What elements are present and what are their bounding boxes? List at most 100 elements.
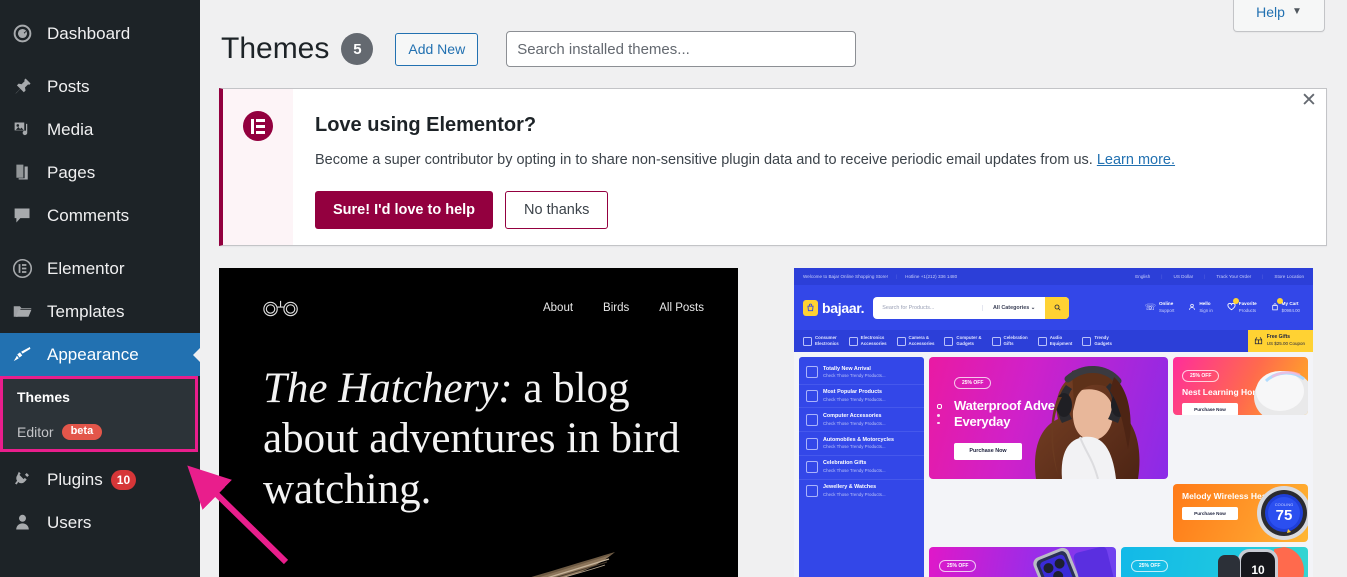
hatchery-nav-link[interactable]: Birds: [603, 302, 629, 314]
svg-text:10: 10: [1251, 563, 1265, 577]
list-item-title: Computer Accessories: [823, 412, 882, 419]
menu-separator: [0, 55, 200, 65]
bajaar-lang[interactable]: English: [1135, 274, 1150, 279]
hatchery-nav-link[interactable]: All Posts: [659, 302, 704, 314]
theme-card-hatchery[interactable]: About Birds All Posts The Hatchery: a bl…: [219, 268, 738, 577]
notice-text: Become a super contributor by opting in …: [315, 152, 1093, 168]
bajaar-category[interactable]: Audio Equipment: [1037, 335, 1073, 348]
sidebar-item-label: Users: [47, 512, 92, 532]
bajaar-action-support[interactable]: ☏ Online Support: [1145, 301, 1175, 315]
bajaar-action-title: Online: [1158, 300, 1174, 306]
bajaar-wide-banner-phone[interactable]: 25% OFF Limited Time Editions: [929, 547, 1116, 577]
learn-more-link[interactable]: Learn more.: [1097, 152, 1175, 168]
purchase-now-button[interactable]: Purchase Now: [1182, 403, 1238, 415]
sidebar-subitem-label: Themes: [17, 388, 70, 405]
search-icon[interactable]: [1045, 296, 1070, 319]
smart-speaker-image: [1254, 371, 1308, 415]
bajaar-promo-area: 25% OFF Waterproof Adventure Ready Every…: [929, 357, 1308, 577]
bajaar-action-cart[interactable]: My Cart $0984.00: [1271, 297, 1300, 315]
search-input[interactable]: [506, 31, 857, 67]
sidebar-item-pages[interactable]: Pages: [0, 151, 200, 194]
theme-card-bajaar[interactable]: Welcome to Bajar Online Shopping Store! …: [794, 268, 1313, 577]
bajaar-free-gifts-banner[interactable]: Free Gifts US $25.00 Coupon: [1247, 330, 1313, 352]
list-item[interactable]: Jewellery & Watches Check Those Trendy Pr…: [799, 478, 924, 503]
list-item-sub: Check Those Trendy Products...: [823, 420, 886, 426]
sidebar-item-editor[interactable]: Editor beta: [3, 414, 195, 449]
svg-text:75: 75: [1276, 507, 1293, 524]
beta-badge: beta: [61, 423, 103, 440]
electronics-accessories-icon: [848, 336, 858, 346]
no-thanks-button[interactable]: No thanks: [505, 190, 609, 229]
bajaar-store-location[interactable]: Store Location: [1274, 274, 1304, 279]
bajaar-action-title: Hello: [1199, 300, 1211, 306]
menu-separator: [0, 237, 200, 247]
sidebar-item-plugins[interactable]: Plugins 10: [0, 458, 200, 501]
category-line2: Gadgets: [956, 341, 974, 346]
close-icon[interactable]: ✕: [1295, 86, 1323, 114]
sidebar-item-label: Appearance: [47, 344, 139, 364]
bajaar-action-favorites[interactable]: Favorite Products: [1227, 297, 1257, 315]
hatchery-heading: The Hatchery: a blog about adventures in…: [263, 364, 683, 515]
bajaar-action-signin[interactable]: Hello Sign in: [1188, 300, 1213, 315]
elementor-logo-icon: [243, 111, 273, 141]
elementor-optin-notice: Love using Elementor? Become a super con…: [219, 88, 1327, 246]
category-line1: Trendy: [1094, 334, 1109, 340]
sidebar-item-users[interactable]: Users: [0, 501, 200, 544]
bajaar-hero-banner[interactable]: 25% OFF Waterproof Adventure Ready Every…: [929, 357, 1168, 479]
bajaar-category-select[interactable]: All Categories ⌄: [982, 304, 1045, 311]
cart-count-badge: [1276, 297, 1283, 304]
bajaar-track-order[interactable]: Track Your Order: [1216, 274, 1251, 279]
bajaar-wide-banner-watch[interactable]: 25% OFF Limited Time Editions 10 09: [1121, 547, 1308, 577]
favorites-count-badge: [1232, 297, 1239, 304]
sidebar-item-dashboard[interactable]: Dashboard: [0, 12, 200, 55]
discount-tag: 25% OFF: [954, 377, 992, 389]
sidebar-item-elementor[interactable]: Elementor: [0, 247, 200, 290]
sidebar-item-templates[interactable]: Templates: [0, 290, 200, 333]
bajaar-currency[interactable]: US Dollar: [1174, 274, 1194, 279]
bajaar-topbar: Welcome to Bajar Online Shopping Store! …: [794, 268, 1313, 285]
list-item-sub: Check Those Trendy Products...: [823, 444, 886, 450]
add-new-button[interactable]: Add New: [395, 32, 479, 66]
bajaar-side-list: Totally New Arrival Check Those Trendy Pr…: [799, 357, 924, 577]
bajaar-search[interactable]: Search for Products... All Categories ⌄: [873, 296, 1070, 319]
bajaar-promo-melody[interactable]: Melody Wireless Headphone Purchase Now 7…: [1173, 484, 1308, 542]
gift-banner-sub: US $25.00 Coupon: [1266, 341, 1305, 347]
list-item[interactable]: Computer Accessories Check Those Trendy P…: [799, 407, 924, 431]
divider: |: [1204, 274, 1206, 279]
sidebar-item-comments[interactable]: Comments: [0, 194, 200, 237]
sidebar-item-media[interactable]: Media: [0, 108, 200, 151]
list-item[interactable]: Automobiles & Motorcycles Check Those Tre…: [799, 431, 924, 455]
bajaar-category[interactable]: Computer & Gadgets: [944, 335, 982, 348]
hatchery-nav-link[interactable]: About: [543, 302, 573, 314]
divider: |: [895, 274, 898, 279]
help-button[interactable]: Help ▼: [1233, 0, 1325, 32]
sidebar-item-appearance[interactable]: Appearance: [0, 333, 200, 376]
sidebar-item-themes[interactable]: Themes: [3, 379, 195, 414]
list-item[interactable]: Celebration Gifts Check Those Trendy Prod…: [799, 454, 924, 479]
carousel-dots[interactable]: [937, 404, 942, 429]
bajaar-promo-nest[interactable]: 25% OFF Nest Learning Home Purchase Now: [1173, 357, 1308, 415]
bajaar-category[interactable]: Celebration Gifts: [991, 335, 1028, 348]
appearance-submenu-highlight: Themes Editor beta: [0, 376, 198, 452]
cart-icon: [1271, 302, 1279, 313]
sidebar-subitem-label: Editor: [17, 423, 54, 440]
chevron-down-icon: ▼: [1291, 6, 1302, 17]
bajaar-action-sub: Products: [1238, 307, 1257, 313]
list-item[interactable]: Most Popular Products Check Those Trendy …: [799, 383, 924, 408]
list-item[interactable]: Totally New Arrival Check Those Trendy Pr…: [799, 361, 924, 384]
purchase-now-button[interactable]: Purchase Now: [1182, 507, 1238, 521]
wordpress-admin-screen: Dashboard Posts Media Pages Comments Ele…: [0, 0, 1347, 577]
media-icon: [12, 119, 42, 140]
category-line2: Equipment: [1049, 341, 1073, 346]
bajaar-category[interactable]: Trendy Gadgets: [1082, 335, 1112, 348]
bajaar-category[interactable]: Consumer Electronics: [803, 335, 839, 348]
user-icon: [1188, 303, 1196, 313]
page-header: Themes 5 Add New Help ▼: [201, 0, 1347, 80]
bajaar-search-placeholder: Search for Products...: [882, 304, 935, 311]
hatchery-nav-links: About Birds All Posts: [543, 302, 704, 314]
svg-text:COOLING: COOLING: [1275, 502, 1293, 507]
bajaar-category[interactable]: Electronics Accessories: [848, 335, 887, 348]
bajaar-category[interactable]: Camera & Accessories: [896, 335, 934, 348]
opt-in-button[interactable]: Sure! I'd love to help: [315, 190, 494, 229]
sidebar-item-posts[interactable]: Posts: [0, 65, 200, 108]
